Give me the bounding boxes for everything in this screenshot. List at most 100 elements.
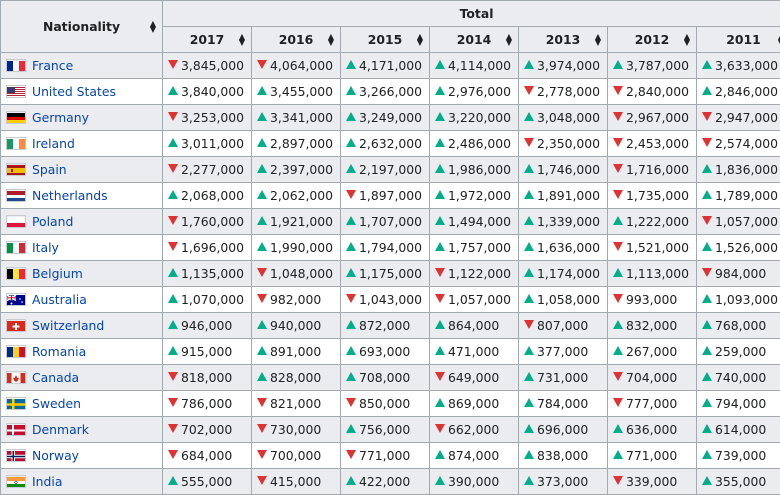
value-cell: 2,632,000 <box>341 131 430 157</box>
decrease-arrow-icon <box>435 372 445 381</box>
visitor-count: 1,707,000 <box>359 214 422 229</box>
visitor-count: 4,064,000 <box>270 58 333 73</box>
sort-icon[interactable]: ▲▼ <box>239 34 245 46</box>
value-cell: 555,000 <box>163 469 252 495</box>
value-cell: 471,000 <box>430 339 519 365</box>
table-row: Norway684,000700,000771,000874,000838,00… <box>1 443 780 469</box>
column-header-year[interactable]: 2011▲▼ <box>697 27 780 53</box>
column-header-year[interactable]: 2015 ▲▼ <box>341 27 430 53</box>
country-link[interactable]: Denmark <box>32 422 89 437</box>
decrease-arrow-icon <box>613 242 623 251</box>
country-link[interactable]: Ireland <box>32 136 75 151</box>
increase-arrow-icon <box>346 138 356 147</box>
increase-arrow-icon <box>257 164 267 173</box>
increase-arrow-icon <box>702 294 712 303</box>
country-link[interactable]: Poland <box>32 214 73 229</box>
increase-arrow-icon <box>524 268 534 277</box>
country-link[interactable]: Switzerland <box>32 318 104 333</box>
visitor-count: 731,000 <box>537 370 588 385</box>
visitor-count: 267,000 <box>626 344 677 359</box>
increase-arrow-icon <box>613 346 623 355</box>
year-header-label: 2015 <box>368 32 403 47</box>
value-cell: 756,000 <box>341 417 430 443</box>
country-link[interactable]: India <box>32 474 62 489</box>
visitor-count: 1,986,000 <box>448 162 511 177</box>
country-link[interactable]: Sweden <box>32 396 81 411</box>
value-cell: 708,000 <box>341 365 430 391</box>
decrease-arrow-icon <box>435 294 445 303</box>
increase-arrow-icon <box>257 190 267 199</box>
country-link[interactable]: France <box>32 58 73 73</box>
country-link[interactable]: Belgium <box>32 266 83 281</box>
country-link[interactable]: Italy <box>32 240 59 255</box>
value-cell: 1,836,000 <box>697 157 780 183</box>
value-cell: 700,000 <box>252 443 341 469</box>
increase-arrow-icon <box>435 346 445 355</box>
increase-arrow-icon <box>435 112 445 121</box>
nationality-cell: India <box>1 469 163 495</box>
table-row: Poland1,760,0001,921,0001,707,0001,494,0… <box>1 209 780 235</box>
visitor-count: 696,000 <box>537 422 588 437</box>
decrease-arrow-icon <box>702 216 712 225</box>
column-header-nationality[interactable]: Nationality ▲▼ <box>1 1 163 53</box>
value-cell: 3,974,000 <box>519 53 608 79</box>
nationality-cell: Poland <box>1 209 163 235</box>
visitor-count: 3,787,000 <box>626 58 689 73</box>
usa-flag-icon <box>6 85 26 98</box>
denmark-flag-icon <box>6 423 26 436</box>
nationality-cell: Denmark <box>1 417 163 443</box>
visitor-count: 3,845,000 <box>181 58 244 73</box>
netherlands-flag-icon <box>6 189 26 202</box>
value-cell: 373,000 <box>519 469 608 495</box>
country-link[interactable]: Germany <box>32 110 89 125</box>
country-link[interactable]: Netherlands <box>32 188 108 203</box>
value-cell: 3,341,000 <box>252 105 341 131</box>
nationality-cell: Ireland <box>1 131 163 157</box>
decrease-arrow-icon <box>702 268 712 277</box>
country-link[interactable]: Canada <box>32 370 79 385</box>
value-cell: 1,122,000 <box>430 261 519 287</box>
sweden-flag-icon <box>6 397 26 410</box>
visitor-count: 3,220,000 <box>448 110 511 125</box>
visitor-count: 1,521,000 <box>626 240 689 255</box>
decrease-arrow-icon <box>346 398 356 407</box>
year-header-label: 2013 <box>546 32 581 47</box>
sort-icon[interactable]: ▲▼ <box>506 34 512 46</box>
sort-icon[interactable]: ▲▼ <box>684 34 690 46</box>
increase-arrow-icon <box>346 424 356 433</box>
visitor-count: 2,350,000 <box>537 136 600 151</box>
sort-icon[interactable]: ▲▼ <box>328 34 334 46</box>
decrease-arrow-icon <box>257 476 267 485</box>
column-header-year[interactable]: 2016▲▼ <box>252 27 341 53</box>
column-header-year[interactable]: 2017▲▼ <box>163 27 252 53</box>
column-header-year[interactable]: 2012▲▼ <box>608 27 697 53</box>
column-header-year[interactable]: 2013 ▲▼ <box>519 27 608 53</box>
sort-icon[interactable]: ▲▼ <box>417 34 423 46</box>
visitor-count: 2,632,000 <box>359 136 422 151</box>
visitor-count: 771,000 <box>626 448 677 463</box>
country-link[interactable]: Australia <box>32 292 87 307</box>
visitor-count: 1,135,000 <box>181 266 244 281</box>
visitor-count: 1,735,000 <box>626 188 689 203</box>
increase-arrow-icon <box>702 346 712 355</box>
country-link[interactable]: Romania <box>32 344 86 359</box>
visitor-count: 693,000 <box>359 344 410 359</box>
country-link[interactable]: Norway <box>32 448 79 463</box>
visitor-count: 3,455,000 <box>270 84 333 99</box>
visitor-count: 2,453,000 <box>626 136 689 151</box>
value-cell: 3,266,000 <box>341 79 430 105</box>
value-cell: 739,000 <box>697 443 780 469</box>
value-cell: 1,057,000 <box>430 287 519 313</box>
visitor-count: 662,000 <box>448 422 499 437</box>
sort-icon[interactable]: ▲▼ <box>595 34 601 46</box>
country-link[interactable]: Spain <box>32 162 67 177</box>
sort-icon[interactable]: ▲▼ <box>150 21 156 33</box>
value-cell: 874,000 <box>430 443 519 469</box>
decrease-arrow-icon <box>435 268 445 277</box>
country-link[interactable]: United States <box>32 84 116 99</box>
visitor-count: 1,636,000 <box>537 240 600 255</box>
column-header-year[interactable]: 2014▲▼ <box>430 27 519 53</box>
increase-arrow-icon <box>524 398 534 407</box>
visitor-count: 649,000 <box>448 370 499 385</box>
decrease-arrow-icon <box>168 242 178 251</box>
